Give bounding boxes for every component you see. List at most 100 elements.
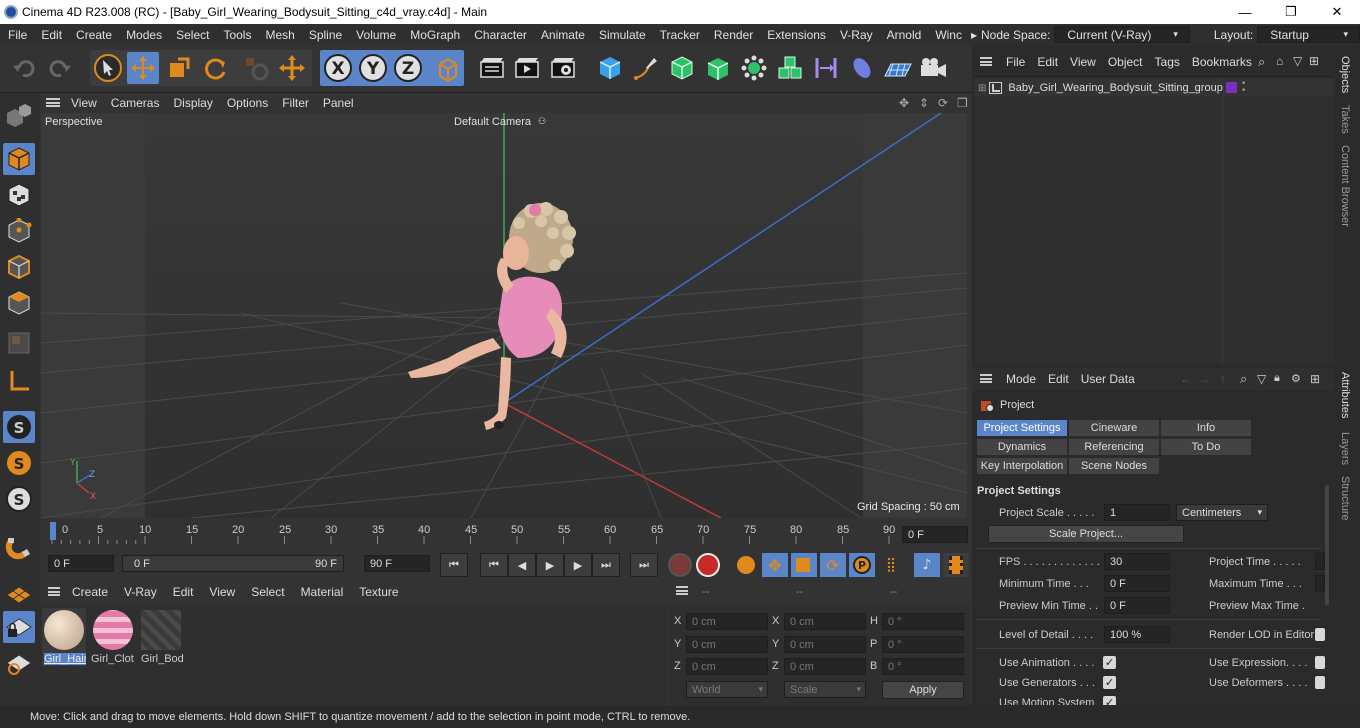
uv-mode-icon[interactable] <box>3 327 35 359</box>
home-icon[interactable]: ⌂ <box>1276 54 1283 68</box>
timeline-ruler[interactable]: 0 5 10 15 20 25 30 35 40 45 50 55 60 65 … <box>40 518 970 550</box>
snap-settings-icon[interactable]: S <box>3 447 35 479</box>
settings-icon[interactable]: ⚙︎ <box>1291 372 1301 385</box>
material-menu-select[interactable]: Select <box>243 585 292 599</box>
menu-arnold[interactable]: Arnold <box>880 28 929 42</box>
objects-menu-object[interactable]: Object <box>1102 55 1149 69</box>
position-x-field[interactable]: 0 cm <box>686 613 768 630</box>
axis-y-lock-button[interactable]: Y <box>357 52 389 84</box>
material-body[interactable]: Girl_Bod <box>139 608 183 666</box>
tab-scene-nodes[interactable]: Scene Nodes <box>1068 457 1160 475</box>
menu-overflow-icon[interactable]: ▸ <box>969 28 979 42</box>
autokey-icon[interactable] <box>696 553 720 577</box>
key-parameter-icon[interactable]: P <box>849 553 875 577</box>
field-icon[interactable] <box>846 52 878 84</box>
scale-mode-select[interactable]: Scale ▾ <box>784 681 866 698</box>
material-menu-material[interactable]: Material <box>293 585 352 599</box>
level-of-detail-field[interactable]: 100 % <box>1104 626 1170 643</box>
menu-create[interactable]: Create <box>69 28 119 42</box>
texture-mode-icon[interactable] <box>3 179 35 211</box>
workplane-icon[interactable] <box>3 577 35 609</box>
move-snap-icon[interactable] <box>276 52 308 84</box>
subdivision-surface-icon[interactable] <box>666 52 698 84</box>
use-animation-checkbox[interactable]: ✓ <box>1103 656 1116 669</box>
locked-workplane-icon[interactable] <box>3 611 35 643</box>
side-tab-structure[interactable]: Structure <box>1339 476 1351 521</box>
use-expression-checkbox[interactable] <box>1315 656 1325 669</box>
axis-z-lock-button[interactable]: Z <box>392 52 424 84</box>
tweak-magnet-icon[interactable] <box>3 531 35 563</box>
new-view-icon[interactable]: ⊞ <box>1309 54 1319 68</box>
render-lod-checkbox[interactable] <box>1315 628 1325 641</box>
select-cursor-icon[interactable] <box>92 52 124 84</box>
menu-mesh[interactable]: Mesh <box>258 28 301 42</box>
key-pla-icon[interactable]: ⣿ <box>878 553 904 577</box>
menu-modes[interactable]: Modes <box>119 28 169 42</box>
material-menu-edit[interactable]: Edit <box>165 585 202 599</box>
next-key-icon[interactable]: ⏭ <box>592 553 620 577</box>
preview-range-slider[interactable]: 0 F 90 F <box>122 555 344 572</box>
menu-hamburger-icon[interactable] <box>46 96 60 110</box>
material-menu-vray[interactable]: V-Ray <box>116 585 165 599</box>
menu-hamburger-icon[interactable] <box>980 372 992 386</box>
scale-tool-icon[interactable] <box>163 52 195 84</box>
menu-animate[interactable]: Animate <box>534 28 592 42</box>
preview-min-time-field[interactable]: 0 F <box>1104 597 1170 614</box>
maximum-time-field[interactable] <box>1315 575 1325 592</box>
object-name[interactable]: Baby_Girl_Wearing_Bodysuit_Sitting_group <box>1008 82 1222 94</box>
menu-volume[interactable]: Volume <box>349 28 403 42</box>
close-button[interactable]: ✕ <box>1314 0 1360 24</box>
cloner-icon[interactable] <box>738 52 770 84</box>
next-frame-icon[interactable]: ▶︎ <box>564 553 592 577</box>
polygons-mode-icon[interactable] <box>3 287 35 319</box>
filter-icon[interactable]: ▽ <box>1257 372 1266 386</box>
menu-edit[interactable]: Edit <box>34 28 69 42</box>
size-z-field[interactable]: 0 cm <box>784 658 866 675</box>
viewport-menu-view[interactable]: View <box>64 96 104 110</box>
quantize-icon[interactable]: S <box>3 483 35 515</box>
key-position-icon[interactable]: ✥ <box>762 553 788 577</box>
move-tool-icon[interactable] <box>127 52 159 84</box>
side-tab-objects[interactable]: Objects <box>1339 56 1351 93</box>
menu-tracker[interactable]: Tracker <box>653 28 707 42</box>
minimum-time-field[interactable]: 0 F <box>1104 575 1170 592</box>
viewport-perspective[interactable]: Y Z X Perspective Default Camera ⚇ Grid … <box>41 113 967 518</box>
apply-button[interactable]: Apply <box>882 681 964 699</box>
menu-render[interactable]: Render <box>707 28 760 42</box>
edges-mode-icon[interactable] <box>3 251 35 283</box>
attributes-menu-mode[interactable]: Mode <box>1000 372 1042 386</box>
axis-x-lock-button[interactable]: X <box>322 52 354 84</box>
menu-hamburger-icon[interactable] <box>980 55 992 69</box>
rotate-tool-icon[interactable] <box>199 52 231 84</box>
tab-referencing[interactable]: Referencing <box>1068 438 1160 456</box>
up-arrow-icon[interactable]: ↑ <box>1220 372 1226 386</box>
current-frame-field[interactable]: 0 F <box>902 526 968 543</box>
use-generators-checkbox[interactable]: ✓ <box>1103 676 1116 689</box>
objects-menu-view[interactable]: View <box>1064 55 1102 69</box>
go-to-end-icon[interactable]: ⏭ <box>630 553 658 577</box>
play-icon[interactable]: ▶︎ <box>536 553 564 577</box>
maximize-button[interactable]: ❐ <box>1268 0 1314 24</box>
node-space-select[interactable]: Current (V-Ray) ▾ <box>1054 26 1190 43</box>
objects-menu-file[interactable]: File <box>1000 55 1031 69</box>
previous-frame-icon[interactable]: ◀︎ <box>508 553 536 577</box>
extrude-generator-icon[interactable] <box>702 52 734 84</box>
workplane-axis-icon[interactable] <box>3 365 35 397</box>
menu-file[interactable]: File <box>0 28 34 42</box>
render-view-icon[interactable] <box>476 52 508 84</box>
layer-color-tag[interactable] <box>1226 82 1237 93</box>
keyframe-selection-icon[interactable] <box>734 553 758 577</box>
side-tab-takes[interactable]: Takes <box>1339 105 1351 134</box>
material-menu-create[interactable]: Create <box>64 585 116 599</box>
workplane-rotate-icon[interactable] <box>3 647 35 679</box>
tab-dynamics[interactable]: Dynamics <box>976 438 1068 456</box>
scale-project-button[interactable]: Scale Project... <box>988 525 1184 543</box>
mograph-cubes-icon[interactable] <box>774 52 806 84</box>
render-settings-icon[interactable] <box>547 52 579 84</box>
render-to-picture-viewer-icon[interactable] <box>511 52 543 84</box>
objects-menu-bookmarks[interactable]: Bookmarks <box>1186 55 1258 69</box>
minimize-button[interactable]: — <box>1222 0 1268 24</box>
start-frame-field[interactable]: 0 F <box>48 555 114 572</box>
filter-icon[interactable]: ▽ <box>1293 54 1302 68</box>
material-menu-texture[interactable]: Texture <box>351 585 406 599</box>
